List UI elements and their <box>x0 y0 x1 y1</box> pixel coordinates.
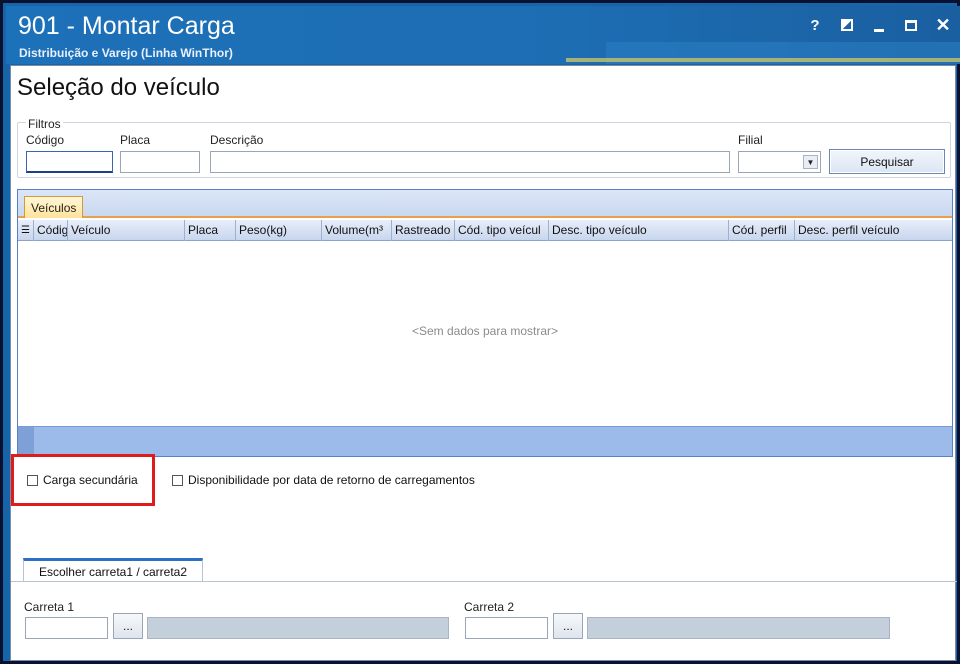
column-header[interactable]: Desc. tipo veículo <box>549 220 729 241</box>
filters-group: Filtros Código Placa Descrição Filial ▼ … <box>17 117 951 178</box>
grid-tab-bar: Veículos <box>18 190 952 218</box>
help-button[interactable]: ? <box>806 16 824 34</box>
contrast-icon <box>841 19 853 31</box>
column-header[interactable]: Placa <box>185 220 236 241</box>
theme-button[interactable] <box>838 16 856 34</box>
filters-legend: Filtros <box>26 117 63 131</box>
grid-header: ☰ Códig Veículo Placa Peso(kg) Volume(m³… <box>18 220 952 241</box>
pesquisar-button[interactable]: Pesquisar <box>829 149 945 174</box>
help-icon: ? <box>810 16 820 34</box>
veiculos-grid: Veículos ☰ Códig Veículo Placa Peso(kg) … <box>17 189 953 457</box>
disponibilidade-label: Disponibilidade por data de retorno de c… <box>188 473 475 487</box>
app-window: 901 - Montar Carga Distribuição e Varejo… <box>0 0 960 664</box>
disponibilidade-checkbox[interactable]: Disponibilidade por data de retorno de c… <box>172 473 475 487</box>
grid-footer-indicator <box>18 427 34 456</box>
carreta2-input[interactable] <box>465 617 548 639</box>
descricao-label: Descrição <box>210 133 264 147</box>
column-header[interactable]: Códig <box>34 220 68 241</box>
main-content: Seleção do veículo Filtros Código Placa … <box>10 65 957 661</box>
grid-empty-message: <Sem dados para mostrar> <box>411 324 559 338</box>
filial-select[interactable]: ▼ <box>738 151 821 173</box>
column-header[interactable]: Veículo <box>68 220 185 241</box>
column-header[interactable]: Rastreado <box>392 220 455 241</box>
carreta1-input[interactable] <box>25 617 108 639</box>
carreta1-label: Carreta 1 <box>24 600 75 614</box>
carreta1-browse-button[interactable]: ... <box>113 613 143 639</box>
tab-veiculos[interactable]: Veículos <box>24 196 84 218</box>
app-subtitle: Distribuição e Varejo (Linha WinThor) <box>19 46 233 60</box>
column-header[interactable]: Cód. tipo veícul <box>455 220 549 241</box>
codigo-input[interactable] <box>26 151 113 173</box>
placa-label: Placa <box>120 133 151 147</box>
chevron-down-icon[interactable]: ▼ <box>803 155 818 169</box>
carga-secundaria-label: Carga secundária <box>43 473 138 487</box>
placa-input[interactable] <box>120 151 200 173</box>
carga-secundaria-checkbox[interactable]: Carga secundária <box>27 473 138 487</box>
minimize-icon <box>874 28 884 32</box>
column-header[interactable]: Cód. perfil <box>729 220 795 241</box>
titlebar-accent-line <box>566 58 960 62</box>
tab-escolher-carreta[interactable]: Escolher carreta1 / carreta2 <box>23 558 203 582</box>
checkbox-box[interactable] <box>27 474 38 486</box>
window-controls: ? ✕ <box>806 16 952 34</box>
grid-footer <box>18 426 952 456</box>
descricao-input[interactable] <box>210 151 730 173</box>
maximize-button[interactable] <box>902 16 920 34</box>
title-bar: 901 - Montar Carga Distribuição e Varejo… <box>6 6 960 64</box>
close-icon: ✕ <box>935 15 951 35</box>
checkbox-box[interactable] <box>172 474 183 486</box>
carreta2-label: Carreta 2 <box>464 600 515 614</box>
carreta1-description <box>147 617 449 639</box>
carreta2-description <box>587 617 890 639</box>
column-chooser-icon[interactable]: ☰ <box>18 220 34 241</box>
minimize-button[interactable] <box>870 16 888 34</box>
codigo-label: Código <box>26 133 65 147</box>
tab-divider <box>11 581 957 582</box>
filial-label: Filial <box>738 133 763 147</box>
app-title: 901 - Montar Carga <box>18 12 235 40</box>
carreta2-browse-button[interactable]: ... <box>553 613 583 639</box>
column-header[interactable]: Peso(kg) <box>236 220 322 241</box>
maximize-icon <box>905 19 917 31</box>
close-button[interactable]: ✕ <box>934 16 952 34</box>
page-title: Seleção do veículo <box>17 74 220 101</box>
column-header[interactable]: Volume(m³ <box>322 220 392 241</box>
column-header[interactable]: Desc. perfil veículo <box>795 220 952 241</box>
